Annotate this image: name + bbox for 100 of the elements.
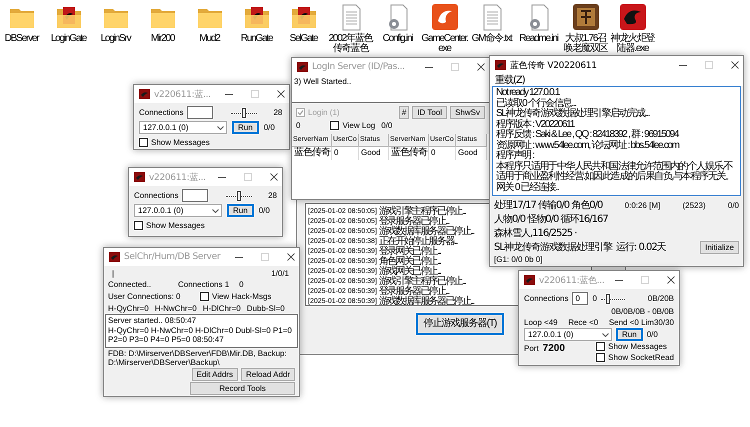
run-button[interactable]: Run <box>227 204 254 217</box>
checkbox-label: Show Messages <box>146 221 205 230</box>
connections-label: Connections <box>524 294 568 303</box>
address-dropdown[interactable]: 127.0.0.1 (0) <box>139 121 227 134</box>
log-message: 游戏引擎主程序已停止... <box>378 204 466 217</box>
traffic-value: 0/0 <box>264 123 275 132</box>
log-message: 游戏引擎主程序已停止... <box>378 276 466 287</box>
connections-label: Connections <box>134 191 178 200</box>
close-icon[interactable] <box>277 90 285 98</box>
traffic-value: 0/0 <box>381 121 392 130</box>
toolbar-button[interactable]: ShwSv <box>450 106 485 119</box>
log-line: 3) Well Started.. <box>294 77 352 86</box>
log-line: 已读取0 个行会信息... <box>496 98 576 108</box>
desktop-icon-label[interactable]: 大叔1.76召唤老魔双区 <box>562 34 609 54</box>
toolbar-button[interactable]: ID Tool <box>412 106 448 119</box>
table-cell: Good <box>456 147 487 160</box>
checkbox-label: Show SocketRead <box>608 353 674 362</box>
close-icon[interactable] <box>477 63 485 71</box>
table-cell: 0 <box>332 147 359 160</box>
traffic-value: 0/0 <box>258 206 270 215</box>
slider-value: 28 <box>268 191 277 200</box>
app-icon[interactable] <box>618 3 646 31</box>
action-button[interactable]: Reload Addr <box>240 368 295 381</box>
checkbox[interactable] <box>139 138 148 147</box>
window-title: LogIn Server (ID/Pas... <box>312 62 406 72</box>
count-value: 0 <box>239 280 244 289</box>
window-title: v220611:蓝... <box>154 88 212 100</box>
checkbox[interactable] <box>330 121 340 130</box>
checkbox[interactable] <box>596 342 606 351</box>
close-icon[interactable] <box>270 173 278 181</box>
user-connections: User Connections: 0 <box>108 292 180 301</box>
slider[interactable] <box>231 106 258 118</box>
counter-value: H-DlChr=0 <box>202 304 241 312</box>
checkbox[interactable] <box>200 292 209 301</box>
desktop-icon-label[interactable]: 2002年蓝色传奇蓝色 <box>327 34 374 54</box>
toolbar-button[interactable]: # <box>398 106 410 119</box>
log-message: 登录服务器已停止... <box>378 216 449 227</box>
status-text: [G1: 0/0 0b 0] <box>494 254 542 264</box>
close-icon[interactable] <box>667 276 675 284</box>
desktop-icon-label[interactable]: Mud2 <box>186 34 233 44</box>
address-dropdown[interactable]: 127.0.0.1 (0) <box>134 204 222 217</box>
desktop-icon-label[interactable]: Mir200 <box>139 34 186 44</box>
stop-server-button[interactable]: 停止游戏服务器(T) <box>416 313 504 335</box>
desktop-icon-label[interactable]: Readme.ini <box>515 34 562 44</box>
run-button[interactable]: Run <box>616 328 643 341</box>
app-icon[interactable] <box>572 3 600 31</box>
count-value: 0 <box>592 294 597 303</box>
checkbox[interactable] <box>596 353 606 362</box>
slider-thumb[interactable] <box>606 294 610 304</box>
database-path: FDB: D:\Mirserver\DBServer\FDB\Mir.DB, Backup: D:\Mirserver\DBServer\Backup\ <box>108 349 288 367</box>
slider[interactable] <box>226 190 252 202</box>
checkbox[interactable] <box>134 221 143 230</box>
log-line: Not ready 127.0.0.1 <box>496 88 561 98</box>
app-icon <box>524 275 535 285</box>
engine-name: SL神龙传奇游戏数据处理引擎 <box>494 240 612 254</box>
desktop-icon-label[interactable]: RunGate <box>233 34 280 44</box>
connection-status: Connected.. <box>108 280 152 289</box>
slider[interactable] <box>600 292 625 304</box>
window-title: 蓝色传奇 V20220611 <box>510 60 598 72</box>
counter-value: H-NwChr=0 <box>154 304 197 312</box>
initialize-button[interactable]: Initialize <box>700 240 739 254</box>
log-line: 程序声明 : <box>496 151 534 161</box>
desktop-icon-label[interactable]: GM命令.txt <box>468 34 515 44</box>
status-text: 森林雪人,116/2525 · <box>494 226 576 240</box>
desktop-icon-label[interactable]: 神龙火炬登陆器.exe <box>609 34 656 54</box>
connections-field[interactable]: 0 <box>572 292 588 305</box>
caret-icon <box>217 126 224 130</box>
connections-field[interactable] <box>187 106 214 119</box>
desktop-icon-label[interactable]: SelGate <box>280 34 327 44</box>
close-icon[interactable] <box>731 61 739 69</box>
connections-label: Connections <box>139 108 184 117</box>
menu-item[interactable]: 重载(Z) <box>495 73 525 87</box>
desktop-icon-label[interactable]: DBServer <box>0 34 45 44</box>
window-title: SelChr/Hum/DB Server <box>124 252 222 262</box>
desktop-icon-label[interactable]: LoginGate <box>45 34 92 44</box>
ratio-value: 1/0/1 <box>271 268 289 278</box>
window-title: v220611:蓝... <box>149 172 207 184</box>
receive-value: Rece <0 <box>568 318 598 326</box>
action-button[interactable]: Edit Addrs <box>192 368 238 381</box>
table-cell: 蓝色传奇 <box>292 147 332 160</box>
app-icon <box>139 89 150 99</box>
close-icon[interactable] <box>287 253 295 261</box>
desktop-icon-label[interactable]: GameCenter.exe <box>421 34 468 54</box>
log-message: 正在开始停止服务器... <box>378 236 457 247</box>
desktop-icon-label[interactable]: LoginSrv <box>92 34 139 44</box>
address-dropdown[interactable]: 127.0.0.1 (0) <box>524 328 612 341</box>
app-icon <box>109 252 120 262</box>
counter-value: Dubb-Sl=0 <box>246 304 285 312</box>
desktop-icon-label[interactable]: Config.ini <box>374 34 421 44</box>
log-line: Server started.. 08:50:47 <box>108 316 198 326</box>
slider-thumb[interactable] <box>242 108 246 118</box>
record-tools-button[interactable]: Record Tools <box>190 382 295 395</box>
run-button[interactable]: Run <box>232 121 259 134</box>
status-text: (2523) <box>682 200 706 210</box>
slider-thumb[interactable] <box>237 190 242 200</box>
status-text: 0/0 <box>728 200 739 210</box>
connections-field[interactable] <box>182 189 208 202</box>
uptime-text: 运行: 0.02天 <box>616 240 666 254</box>
log-line: H-QyChr=0 H-NwChr=0 H-DlChr=0 Dubl-Sl=0 P1=0 P2=0 P3=0 P4=0 P5=0 08:50:47 <box>108 326 293 344</box>
status-mark: | <box>112 268 114 278</box>
